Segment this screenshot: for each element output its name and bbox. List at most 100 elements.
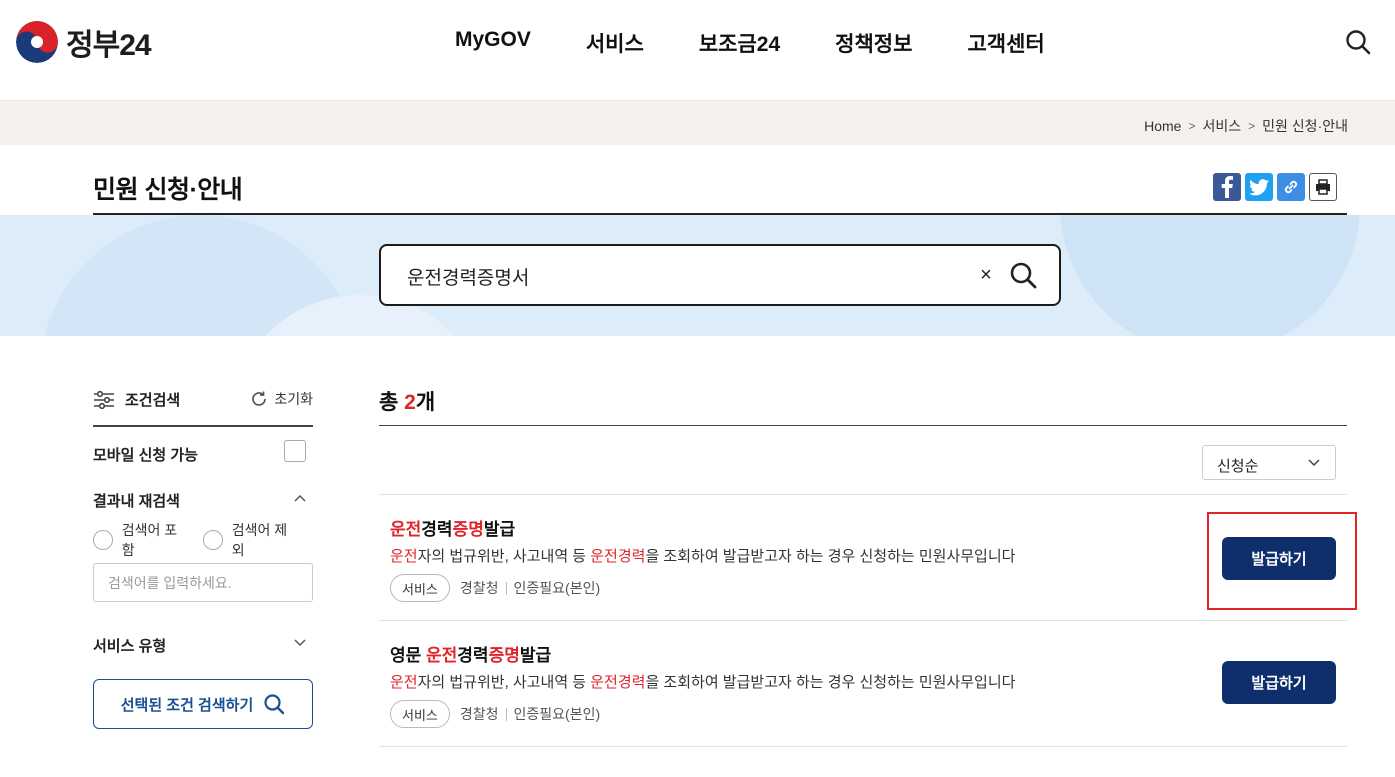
result-item-description: 운전자의 법규위반, 사고내역 등 운전경력을 조회하여 발급받고자 하는 경우… <box>390 545 1015 566</box>
filter-sliders-icon <box>94 390 114 409</box>
text-segment: 경력 <box>421 520 453 539</box>
site-header: 정부24 MyGOV 서비스 보조금24 정책정보 고객센터 <box>0 0 1395 100</box>
keyword-highlight: 증명 <box>488 646 520 665</box>
print-icon[interactable] <box>1309 173 1337 201</box>
total-count: 2 <box>404 391 416 414</box>
divider <box>505 707 507 721</box>
nav-service[interactable]: 서비스 <box>586 28 644 58</box>
keyword-highlight: 운전 <box>426 646 458 665</box>
main-nav: MyGOV 서비스 보조금24 정책정보 고객센터 <box>455 28 1100 58</box>
radio-circle[interactable] <box>93 530 113 550</box>
keyword-highlight: 증명 <box>452 520 484 539</box>
result-total: 총 2개 <box>379 386 435 416</box>
keyword-highlight: 운전경력 <box>590 548 646 565</box>
exclude-keyword-radio[interactable]: 검색어 제외 <box>203 520 299 560</box>
mobile-filter-checkbox[interactable] <box>284 440 306 462</box>
breadcrumb-bar: Home > 서비스 > 민원 신청·안내 <box>0 100 1395 145</box>
search-icon <box>1010 262 1037 289</box>
category-tag: 서비스 <box>390 700 450 728</box>
nav-customer-center[interactable]: 고객센터 <box>967 28 1044 58</box>
refine-radio-group: 검색어 포함 검색어 제외 <box>93 521 313 559</box>
page-title: 민원 신청·안내 <box>93 176 243 204</box>
result-item-title[interactable]: 운전경력증명발급 <box>390 515 515 540</box>
radio-circle[interactable] <box>203 530 223 550</box>
agency-name: 경찰청 <box>459 580 499 596</box>
include-keyword-radio[interactable]: 검색어 포함 <box>93 520 189 560</box>
result-item-title[interactable]: 영문 운전경력증명발급 <box>390 641 551 666</box>
service-type-section-header[interactable]: 서비스 유형 <box>93 624 313 666</box>
facebook-icon[interactable] <box>1213 173 1241 201</box>
keyword-highlight: 운전 <box>390 548 418 565</box>
chevron-down-icon <box>1308 459 1320 467</box>
text-segment: 을 조회하여 발급받고자 하는 경우 신청하는 민원사무입니다 <box>645 548 1016 565</box>
header-search-icon[interactable] <box>1344 28 1372 56</box>
nav-subsidy24[interactable]: 보조금24 <box>699 28 780 58</box>
reset-button[interactable]: 초기화 <box>250 389 313 409</box>
auth-requirement: 인증필요(본인) <box>513 580 601 596</box>
filter-title: 조건검색 <box>93 389 180 410</box>
taegeuk-logo-icon <box>16 21 58 63</box>
chevron-up-icon[interactable] <box>293 491 307 505</box>
text-segment: 경력 <box>457 646 489 665</box>
keyword-highlight: 운전경력 <box>590 674 646 691</box>
search-button[interactable] <box>1008 260 1038 290</box>
clear-search-button[interactable]: × <box>975 264 997 286</box>
filter-header: 조건검색 초기화 <box>93 385 313 427</box>
text-segment: 영문 <box>390 646 427 665</box>
search-icon <box>264 694 285 715</box>
link-icon[interactable] <box>1277 173 1305 201</box>
chevron-right-icon: > <box>1188 119 1196 133</box>
breadcrumb-service[interactable]: 서비스 <box>1203 116 1242 136</box>
exclude-keyword-label: 검색어 제외 <box>231 522 288 558</box>
search-band: × <box>0 215 1395 336</box>
keyword-highlight: 운전 <box>390 674 418 691</box>
reset-label: 초기화 <box>274 391 313 407</box>
mobile-filter-row: 모바일 신청 가능 <box>93 427 313 479</box>
service-type-label: 서비스 유형 <box>93 638 167 655</box>
refresh-icon <box>252 391 267 406</box>
breadcrumb-current: 민원 신청·안내 <box>1262 118 1348 134</box>
apply-filter-label: 선택된 조건 검색하기 <box>120 696 254 714</box>
page-title-row: 민원 신청·안내 <box>93 145 1347 215</box>
result-item-meta: 서비스 경찰청 인증필요(본인) <box>390 700 600 728</box>
sort-select[interactable]: 신청순 <box>1202 445 1336 480</box>
text-segment: 발급 <box>519 646 552 665</box>
refine-keyword-input[interactable] <box>93 563 313 602</box>
apply-filter-button[interactable]: 선택된 조건 검색하기 <box>93 679 313 729</box>
refine-section-label: 결과내 재검색 <box>93 493 180 510</box>
divider <box>379 425 1347 426</box>
mobile-filter-label: 모바일 신청 가능 <box>93 447 198 464</box>
keyword-highlight: 운전 <box>390 520 422 539</box>
filter-title-text: 조건검색 <box>125 392 181 409</box>
refine-section-header[interactable]: 결과내 재검색 <box>93 479 313 521</box>
site-logo[interactable]: 정부24 <box>16 20 152 64</box>
breadcrumb-home[interactable]: Home <box>1144 118 1181 134</box>
filter-sidebar: 조건검색 초기화 모바일 신청 가능 결과내 재검색 검색어 포함 검색어 제외… <box>93 385 313 729</box>
text-segment: 발급 <box>483 520 516 539</box>
share-buttons <box>1209 173 1337 201</box>
nav-policy[interactable]: 정책정보 <box>835 28 912 58</box>
search-input[interactable] <box>407 262 947 290</box>
category-tag: 서비스 <box>390 574 450 602</box>
result-item: 운전경력증명발급 운전자의 법규위반, 사고내역 등 운전경력을 조회하여 발급… <box>379 495 1347 621</box>
result-item-description: 운전자의 법규위반, 사고내역 등 운전경력을 조회하여 발급받고자 하는 경우… <box>390 671 1015 692</box>
include-keyword-label: 검색어 포함 <box>121 522 178 558</box>
divider <box>505 581 507 595</box>
text-segment: 자의 법규위반, 사고내역 등 <box>417 674 591 691</box>
twitter-icon[interactable] <box>1245 173 1273 201</box>
decorative-circle <box>1060 215 1360 336</box>
total-prefix: 총 <box>379 391 405 414</box>
auth-requirement: 인증필요(본인) <box>513 706 601 722</box>
issue-button[interactable]: 발급하기 <box>1222 661 1336 704</box>
issue-button[interactable]: 발급하기 <box>1222 537 1336 580</box>
total-suffix: 개 <box>415 391 436 414</box>
logo-text: 정부24 <box>66 29 152 62</box>
agency-name: 경찰청 <box>459 706 499 722</box>
chevron-right-icon: > <box>1248 119 1256 133</box>
text-segment: 자의 법규위반, 사고내역 등 <box>417 548 591 565</box>
sort-selected-value: 신청순 <box>1217 458 1259 475</box>
nav-mygov[interactable]: MyGOV <box>455 28 531 58</box>
chevron-down-icon[interactable] <box>293 636 307 650</box>
result-item-meta: 서비스 경찰청 인증필요(본인) <box>390 574 600 602</box>
text-segment: 을 조회하여 발급받고자 하는 경우 신청하는 민원사무입니다 <box>645 674 1016 691</box>
